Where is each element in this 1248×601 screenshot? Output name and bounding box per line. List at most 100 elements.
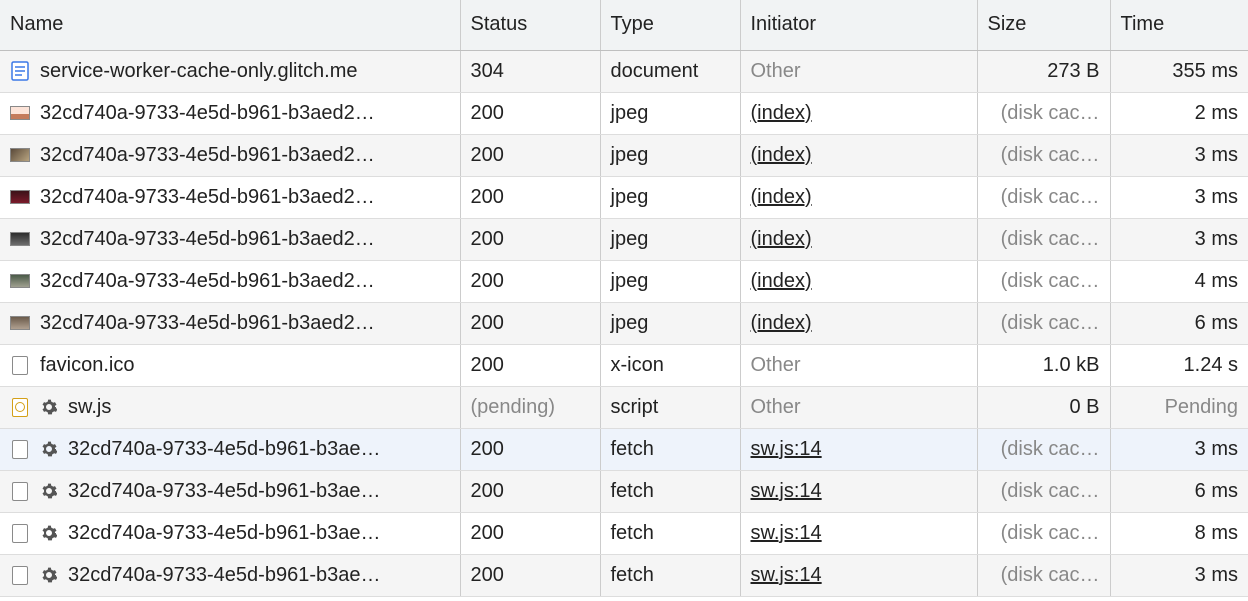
request-time: 8 ms [1110,512,1248,554]
request-time: 3 ms [1110,428,1248,470]
table-row[interactable]: 32cd740a-9733-4e5d-b961-b3aed2… 200jpeg (i… [0,134,1248,176]
request-status: 304 [460,50,600,92]
initiator-link[interactable]: sw.js:14 [751,438,822,460]
file-icon [10,439,30,459]
table-row[interactable]: service-worker-cache-only.glitch.me 304do… [0,50,1248,92]
table-row[interactable]: 32cd740a-9733-4e5d-b961-b3ae… 200fetch sw.… [0,512,1248,554]
request-time: 6 ms [1110,302,1248,344]
initiator-link[interactable]: (index) [751,186,812,208]
request-size: 0 B [977,386,1110,428]
request-size: (disk cac… [977,428,1110,470]
col-header-initiator[interactable]: Initiator [740,0,977,50]
table-row[interactable]: 32cd740a-9733-4e5d-b961-b3aed2…200jpeg(i… [0,302,1248,344]
table-row[interactable]: 32cd740a-9733-4e5d-b961-b3ae… 200fetch sw.… [0,554,1248,596]
request-name: 32cd740a-9733-4e5d-b961-b3aed2… [40,270,450,293]
request-status: (pending) [460,386,600,428]
initiator-link[interactable]: sw.js:14 [751,564,822,586]
request-name: sw.js [68,396,450,419]
request-type: fetch [600,470,740,512]
initiator-link[interactable]: (index) [751,228,812,250]
file-icon [10,355,30,375]
initiator-link[interactable]: sw.js:14 [751,522,822,544]
table-header: Name Status Type Initiator Size Time [0,0,1248,50]
request-name: 32cd740a-9733-4e5d-b961-b3ae… [68,522,450,545]
file-icon [10,523,30,543]
request-time: 3 ms [1110,554,1248,596]
service-worker-gear-icon [40,525,58,541]
request-size: (disk cac… [977,176,1110,218]
table-row[interactable]: 32cd740a-9733-4e5d-b961-b3aed2… 200jpeg (i… [0,260,1248,302]
request-name: 32cd740a-9733-4e5d-b961-b3ae… [68,438,450,461]
initiator-link[interactable]: sw.js:14 [751,480,822,502]
initiator-text: Other [740,344,977,386]
table-row[interactable]: 32cd740a-9733-4e5d-b961-b3ae… 200fetch sw.… [0,470,1248,512]
request-status: 200 [460,470,600,512]
request-type: x-icon [600,344,740,386]
col-header-time[interactable]: Time [1110,0,1248,50]
request-status: 200 [460,260,600,302]
col-header-status[interactable]: Status [460,0,600,50]
request-type: jpeg [600,134,740,176]
initiator-link[interactable]: (index) [751,102,812,124]
request-status: 200 [460,134,600,176]
request-status: 200 [460,218,600,260]
request-status: 200 [460,512,600,554]
table-row[interactable]: 32cd740a-9733-4e5d-b961-b3aed2… 200jpeg (i… [0,92,1248,134]
request-name: 32cd740a-9733-4e5d-b961-b3aed2… [40,144,450,167]
col-header-type[interactable]: Type [600,0,740,50]
request-size: 273 B [977,50,1110,92]
request-type: jpeg [600,260,740,302]
request-size: (disk cac… [977,92,1110,134]
request-time: Pending [1110,386,1248,428]
image-thumbnail-icon [10,103,30,123]
request-name: 32cd740a-9733-4e5d-b961-b3aed2… [40,102,450,125]
request-time: 355 ms [1110,50,1248,92]
request-type: jpeg [600,92,740,134]
request-status: 200 [460,92,600,134]
request-size: (disk cac… [977,470,1110,512]
request-status: 200 [460,428,600,470]
initiator-link[interactable]: (index) [751,312,812,334]
request-time: 4 ms [1110,260,1248,302]
request-status: 200 [460,554,600,596]
request-name: 32cd740a-9733-4e5d-b961-b3ae… [68,564,450,587]
table-row[interactable]: favicon.ico200x-iconOther1.0 kB1.24 s [0,344,1248,386]
initiator-link[interactable]: (index) [751,270,812,292]
request-name: 32cd740a-9733-4e5d-b961-b3ae… [68,480,450,503]
request-name: favicon.ico [40,354,450,377]
request-status: 200 [460,344,600,386]
table-row[interactable]: 32cd740a-9733-4e5d-b961-b3ae… 200fetch sw.… [0,428,1248,470]
request-time: 3 ms [1110,218,1248,260]
table-body: service-worker-cache-only.glitch.me 304do… [0,50,1248,596]
request-type: jpeg [600,176,740,218]
request-name: 32cd740a-9733-4e5d-b961-b3aed2… [40,228,450,251]
request-size: (disk cac… [977,554,1110,596]
col-header-size[interactable]: Size [977,0,1110,50]
request-name: service-worker-cache-only.glitch.me [40,60,450,83]
image-thumbnail-icon [10,145,30,165]
request-type: fetch [600,512,740,554]
request-type: fetch [600,428,740,470]
request-type: document [600,50,740,92]
initiator-link[interactable]: (index) [751,144,812,166]
col-header-name[interactable]: Name [0,0,460,50]
network-table[interactable]: Name Status Type Initiator Size Time ser… [0,0,1248,597]
file-icon [10,481,30,501]
image-thumbnail-icon [10,313,30,333]
table-row[interactable]: 32cd740a-9733-4e5d-b961-b3aed2…200jpeg(i… [0,218,1248,260]
request-type: fetch [600,554,740,596]
request-time: 3 ms [1110,134,1248,176]
request-size: (disk cac… [977,302,1110,344]
request-name: 32cd740a-9733-4e5d-b961-b3aed2… [40,186,450,209]
service-worker-gear-icon [40,567,58,583]
initiator-text: Other [740,386,977,428]
image-thumbnail-icon [10,229,30,249]
document-icon [10,61,30,81]
service-worker-gear-icon [40,399,58,415]
table-row[interactable]: sw.js(pending)scriptOther0 BPending [0,386,1248,428]
initiator-text: Other [740,50,977,92]
table-row[interactable]: 32cd740a-9733-4e5d-b961-b3aed2…200jpeg(i… [0,176,1248,218]
request-size: (disk cac… [977,134,1110,176]
request-time: 3 ms [1110,176,1248,218]
script-file-icon [10,397,30,417]
